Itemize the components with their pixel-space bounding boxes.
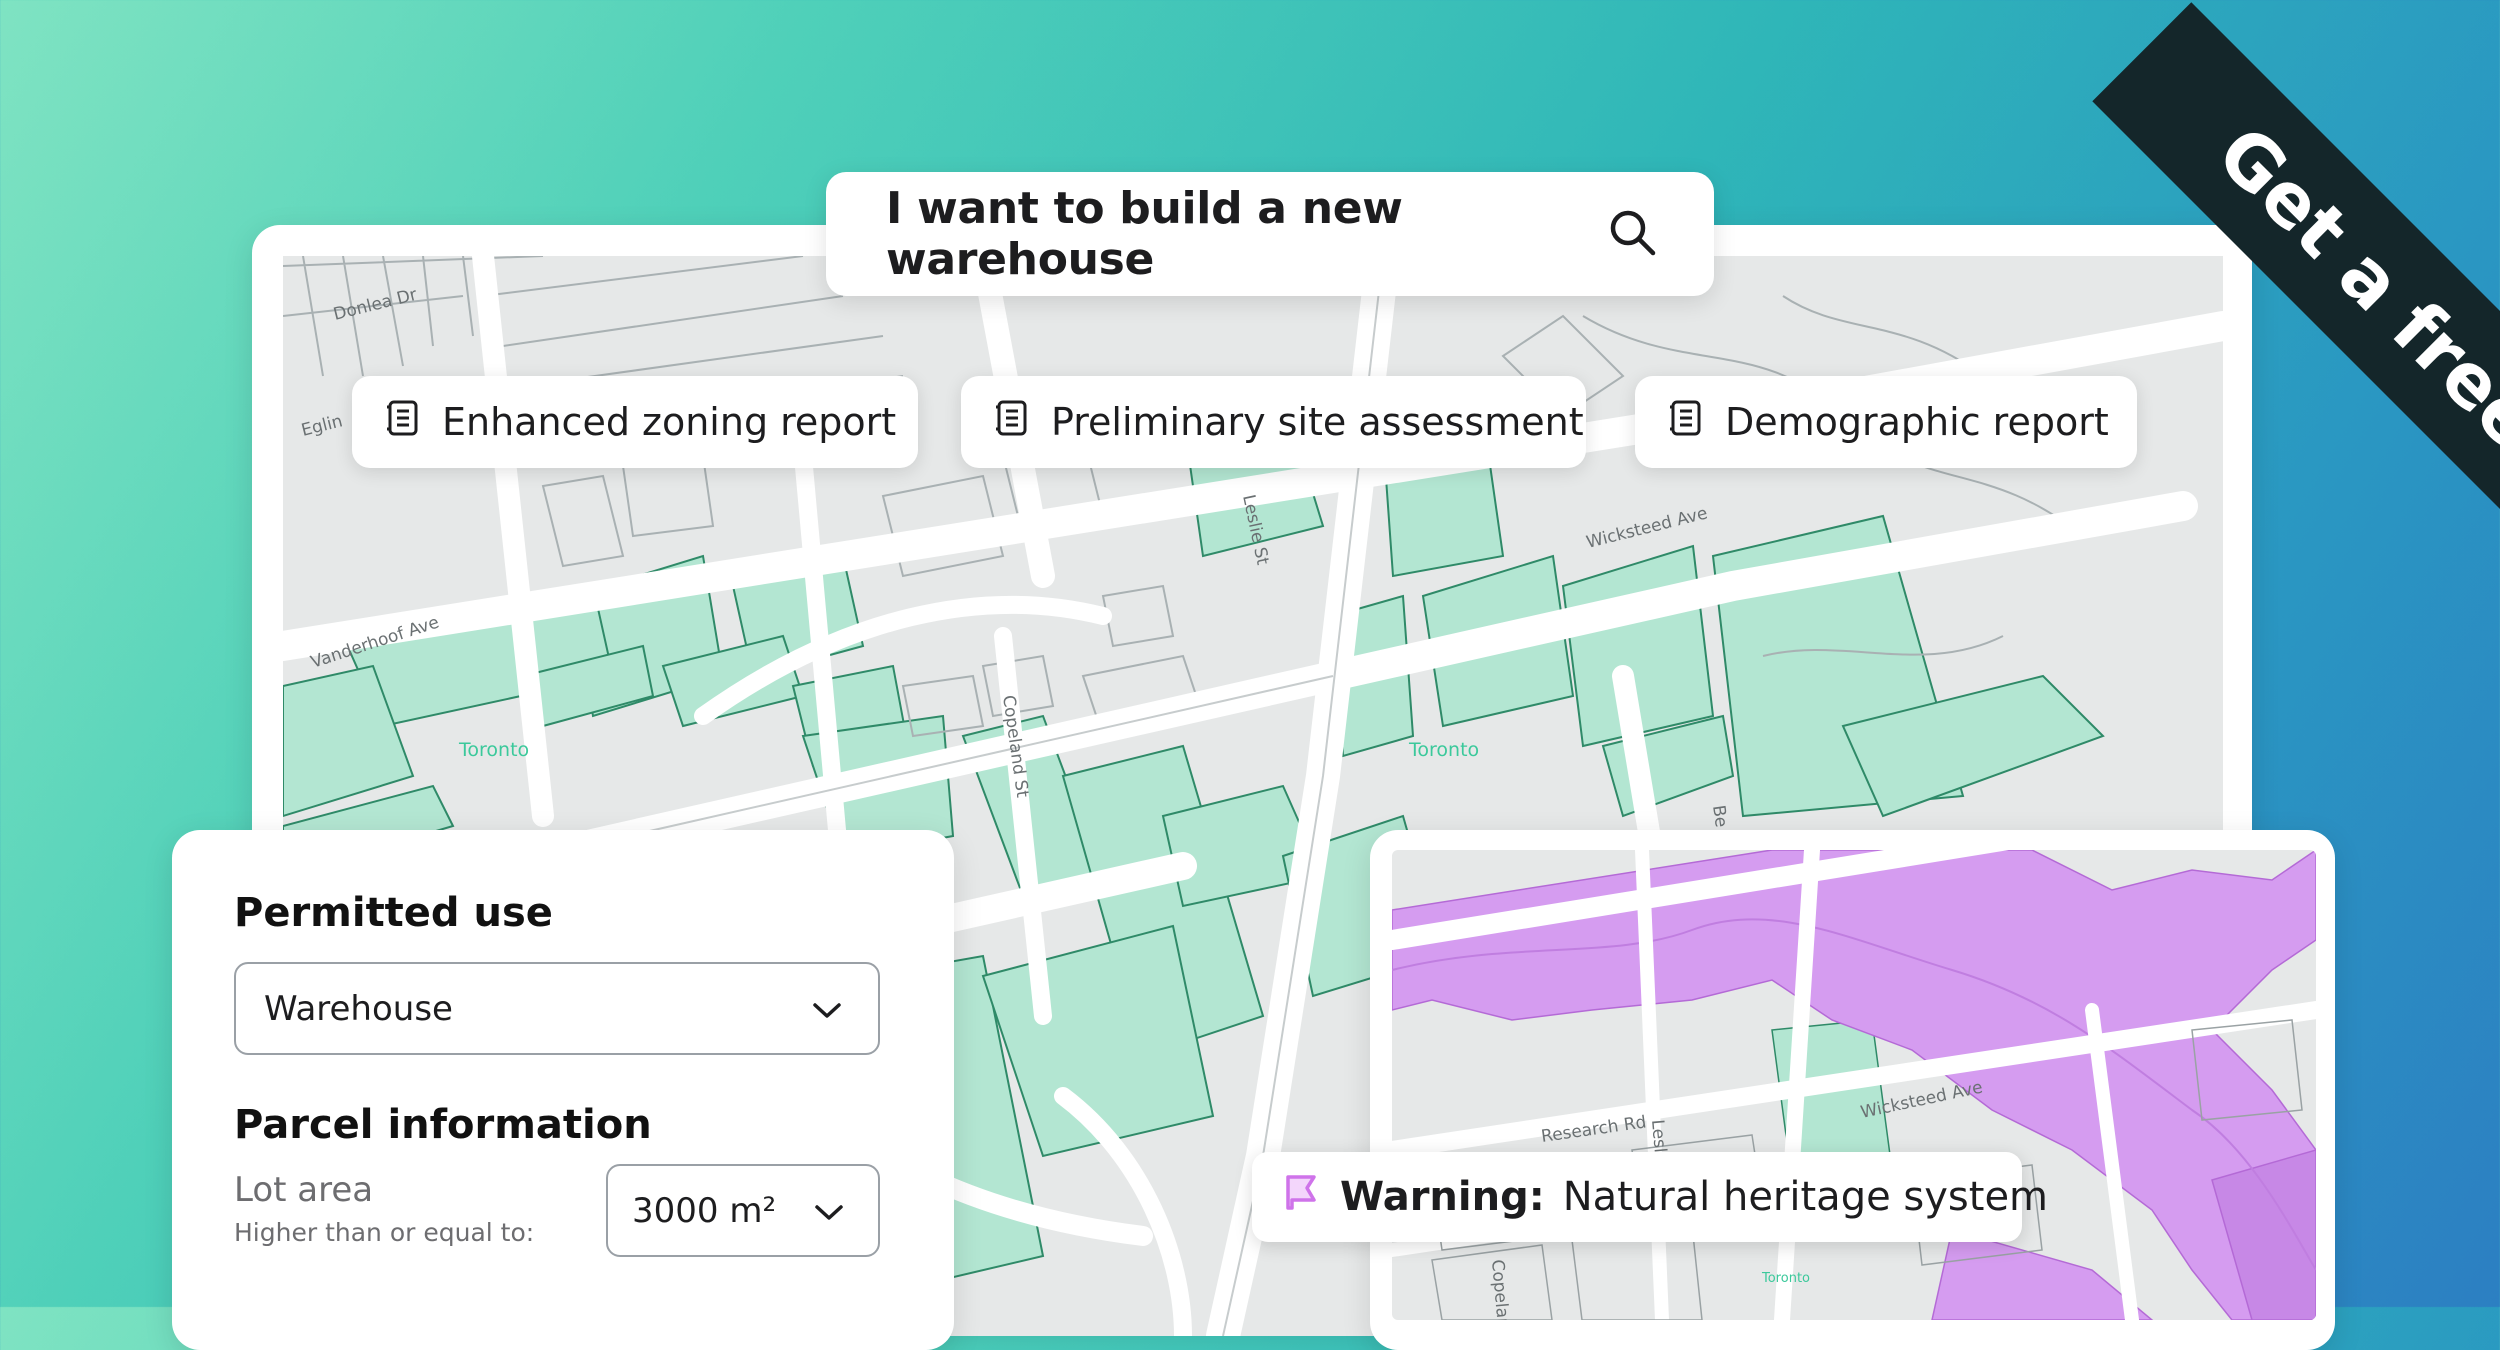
place-label: Toronto <box>1761 1271 1810 1286</box>
search-query[interactable]: I want to build a new warehouse <box>886 183 1606 285</box>
warning-chip[interactable]: Warning: Natural heritage system <box>1252 1152 2048 1242</box>
search-icon[interactable] <box>1606 206 1658 262</box>
flag-icon <box>1282 1172 1322 1222</box>
permitted-use-title: Permitted use <box>234 890 553 936</box>
report-icon <box>995 399 1029 446</box>
lot-area-hint: Higher than or equal to: <box>234 1218 535 1247</box>
search-bar[interactable]: I want to build a new warehouse <box>826 172 1714 296</box>
chevron-down-icon <box>812 989 842 1029</box>
report-icon <box>386 399 420 446</box>
demographic-report-chip[interactable]: Demographic report <box>1635 376 2137 468</box>
lot-area-value: 3000 m² <box>632 1190 777 1231</box>
place-label: Toronto <box>458 739 529 761</box>
chip-label: Demographic report <box>1725 400 2109 444</box>
permitted-use-select[interactable]: Warehouse <box>234 962 880 1055</box>
place-label: Toronto <box>1408 739 1479 761</box>
chevron-down-icon <box>814 1191 844 1231</box>
permitted-use-value: Warehouse <box>264 988 453 1029</box>
filters-panel: Permitted use Warehouse Parcel informati… <box>172 830 954 1350</box>
parcel-information-title: Parcel information <box>234 1102 652 1148</box>
preliminary-site-assessment-chip[interactable]: Preliminary site assessment <box>961 376 1586 468</box>
heritage-map[interactable]: Research Rd Leslie Wicksteed Ave Copelan… <box>1392 850 2316 1320</box>
chip-label: Preliminary site assessment <box>1051 400 1584 444</box>
warning-prefix: Warning: <box>1340 1174 1545 1220</box>
report-icon <box>1669 399 1703 446</box>
enhanced-zoning-report-chip[interactable]: Enhanced zoning report <box>352 376 918 468</box>
lot-area-select[interactable]: 3000 m² <box>606 1164 880 1257</box>
chip-label: Enhanced zoning report <box>442 400 897 444</box>
street-label: Be <box>1708 804 1731 829</box>
warning-message: Natural heritage system <box>1562 1174 2049 1220</box>
lot-area-label: Lot area <box>234 1170 374 1210</box>
